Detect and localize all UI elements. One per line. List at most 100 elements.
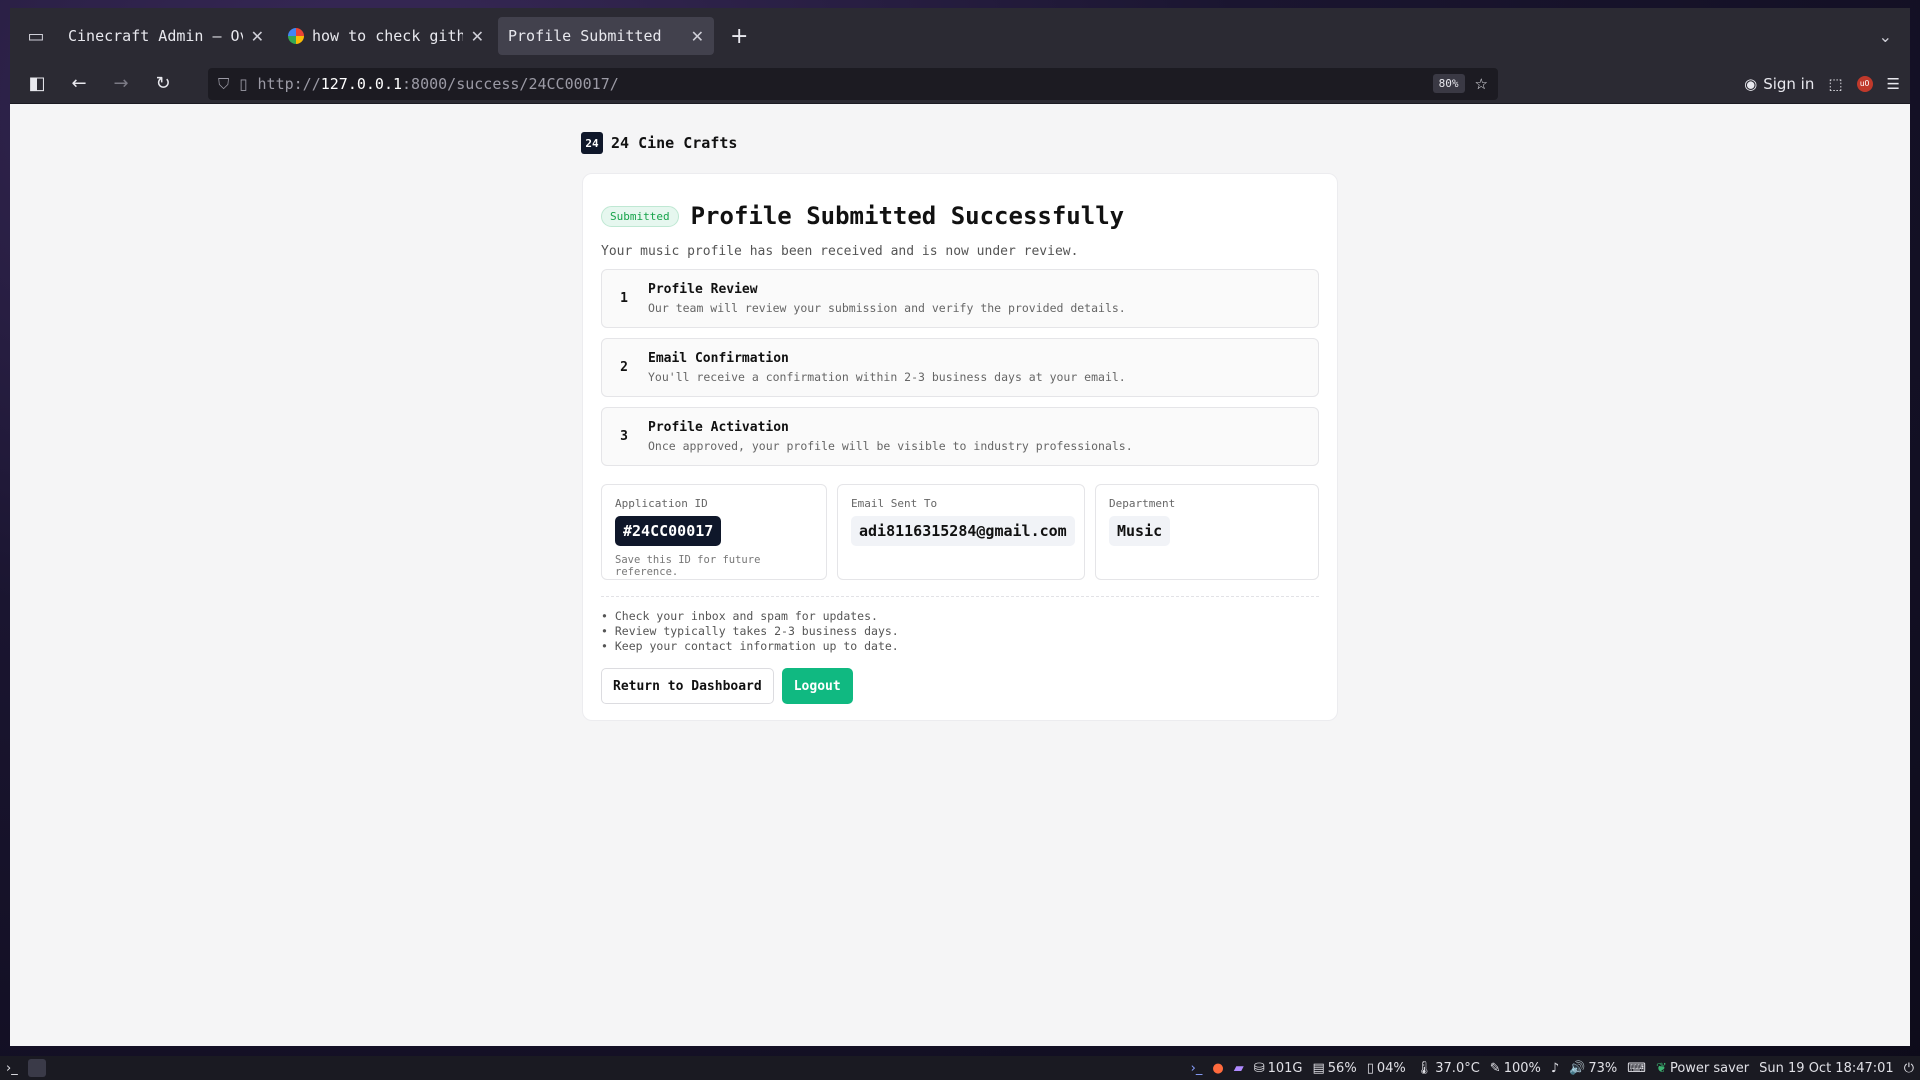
memory-icon: ▤ — [1312, 1060, 1325, 1076]
zoom-level[interactable]: 80% — [1432, 74, 1465, 93]
page-subtitle: Your music profile has been received and… — [601, 244, 1079, 259]
email-sent-label: Email Sent To — [851, 497, 938, 510]
cpu-value: 04% — [1376, 1060, 1406, 1076]
system-taskbar: ›_ ›_ ● ▰ ⛁ 101G ▤ 56% ▯ 04% 🌡 37.0°C ✎ 100% … — [0, 1056, 1920, 1080]
power-icon[interactable]: ⏻ — [1904, 1061, 1914, 1076]
step-profile-review: 1 Profile Review Our team will review yo… — [601, 269, 1319, 328]
volume-value: 73% — [1588, 1060, 1618, 1076]
tab-cinecraft-admin[interactable]: Cinecraft Admin — Overvi ✕ — [58, 17, 274, 55]
close-icon[interactable]: ✕ — [251, 27, 264, 46]
application-id-label: Application ID — [615, 497, 708, 510]
chevron-down-icon[interactable]: ⌄ — [1879, 27, 1902, 46]
url-prefix: http:// — [257, 74, 321, 93]
page-title: Profile Submitted Successfully — [690, 202, 1125, 230]
disk-usage: ⛁ 101G — [1254, 1061, 1303, 1076]
power-profile-label: Power saver — [1669, 1060, 1750, 1076]
tab-google-search[interactable]: how to check github a ✕ — [278, 17, 494, 55]
return-to-dashboard-button[interactable]: Return to Dashboard — [601, 668, 774, 704]
brightness[interactable]: ✎ 100% — [1490, 1061, 1541, 1076]
tips-list: Check your inbox and spam for updates. R… — [601, 609, 1319, 654]
brand-logo: 24 — [581, 132, 603, 154]
list-item: Keep your contact information up to date… — [601, 639, 1319, 654]
clock[interactable]: Sun 19 Oct 18:47:01 — [1759, 1061, 1894, 1076]
terminal-icon[interactable]: ›_ — [1191, 1061, 1203, 1076]
application-id-box: Application ID #24CC00017 Save this ID f… — [601, 484, 827, 580]
close-icon[interactable]: ✕ — [471, 27, 484, 46]
url-host: 127.0.0.1 — [320, 74, 403, 93]
brand-name: 24 Cine Crafts — [611, 134, 738, 152]
step-title: Profile Activation — [648, 420, 789, 435]
account-icon: ◉ — [1744, 74, 1758, 93]
application-id-note: Save this ID for future reference. — [615, 554, 761, 578]
step-email-confirmation: 2 Email Confirmation You'll receive a co… — [601, 338, 1319, 397]
ublock-icon[interactable]: uO — [1856, 75, 1873, 92]
step-title: Email Confirmation — [648, 351, 789, 366]
google-icon — [288, 28, 304, 44]
folder-icon[interactable]: ▰ — [1234, 1061, 1244, 1076]
success-card: Submitted Profile Submitted Successfully… — [582, 173, 1338, 721]
tab-strip: ▭ Cinecraft Admin — Overvi ✕ how to chec… — [10, 8, 1910, 64]
firefox-icon[interactable]: ● — [1212, 1061, 1223, 1076]
new-tab-button[interactable]: + — [718, 24, 760, 49]
nav-bar: ◧ ← → ↻ ⛉ ▯ http://127.0.0.1:8000/succes… — [10, 64, 1910, 104]
sidebar-icon[interactable]: ◧ — [20, 68, 54, 100]
url-path: :8000/success/24CC00017/ — [402, 74, 619, 93]
power-profile[interactable]: ❦ Power saver — [1656, 1061, 1749, 1076]
cpu-icon: ▯ — [1366, 1060, 1374, 1076]
list-item: Review typically takes 2-3 business days… — [601, 624, 1319, 639]
temperature: 🌡 37.0°C — [1416, 1061, 1480, 1076]
close-icon[interactable]: ✕ — [691, 27, 704, 46]
step-description: You'll receive a confirmation within 2-3… — [648, 370, 1126, 384]
app-launcher-icon[interactable] — [27, 1059, 46, 1077]
brightness-icon: ✎ — [1489, 1060, 1501, 1076]
step-number: 2 — [620, 360, 628, 375]
memory-value: 56% — [1327, 1060, 1357, 1076]
url-text[interactable]: http://127.0.0.1:8000/success/24CC00017/ — [258, 75, 619, 93]
list-item: Check your inbox and spam for updates. — [601, 609, 1319, 624]
back-icon[interactable]: ← — [62, 68, 96, 100]
status-badge: Submitted — [601, 205, 679, 227]
tab-label: how to check github a — [312, 27, 463, 45]
leaf-icon: ❦ — [1656, 1060, 1667, 1076]
temperature-value: 37.0°C — [1435, 1060, 1480, 1076]
step-description: Once approved, your profile will be visi… — [648, 439, 1133, 453]
page-content: 24 24 Cine Crafts Submitted Profile Subm… — [10, 104, 1910, 1046]
volume-icon: 🔊 — [1569, 1060, 1586, 1076]
extensions-icon[interactable]: ⬚ — [1828, 75, 1842, 93]
bookmark-star-icon[interactable]: ☆ — [1475, 75, 1488, 93]
step-description: Our team will review your submission and… — [648, 301, 1126, 315]
memory-usage: ▤ 56% — [1312, 1061, 1356, 1076]
step-number: 1 — [620, 291, 628, 306]
sign-in-label: Sign in — [1763, 74, 1815, 93]
shield-icon[interactable]: ⛉ — [218, 75, 229, 93]
forward-icon[interactable]: → — [104, 68, 138, 100]
menu-icon[interactable]: ☰ — [1887, 75, 1900, 93]
disk-icon: ⛁ — [1253, 1060, 1265, 1076]
email-sent-value: adi8116315284@gmail.com — [851, 516, 1075, 546]
disk-value: 101G — [1267, 1060, 1303, 1076]
step-number: 3 — [620, 429, 628, 444]
cpu-usage: ▯ 04% — [1367, 1061, 1406, 1076]
brightness-value: 100% — [1503, 1060, 1541, 1076]
page-icon: ▯ — [239, 74, 248, 93]
application-id-value: #24CC00017 — [615, 516, 722, 546]
divider — [601, 596, 1319, 597]
tab-label: Cinecraft Admin — Overvi — [68, 27, 243, 45]
tab-profile-submitted[interactable]: Profile Submitted ✕ — [498, 17, 714, 55]
music-icon[interactable]: ♪ — [1551, 1061, 1559, 1076]
sign-in-button[interactable]: ◉ Sign in — [1744, 75, 1814, 93]
brand: 24 24 Cine Crafts — [581, 132, 737, 154]
url-bar[interactable]: ⛉ ▯ http://127.0.0.1:8000/success/24CC00… — [208, 67, 1498, 100]
reload-icon[interactable]: ↻ — [146, 68, 180, 100]
keyboard-icon[interactable]: ⌨ — [1627, 1061, 1646, 1076]
step-profile-activation: 3 Profile Activation Once approved, your… — [601, 407, 1319, 466]
volume[interactable]: 🔊 73% — [1569, 1061, 1617, 1076]
terminal-icon[interactable]: ›_ — [6, 1061, 18, 1076]
department-value: Music — [1109, 516, 1171, 546]
tab-label: Profile Submitted — [508, 27, 662, 45]
department-box: Department Music — [1095, 484, 1319, 580]
logout-button[interactable]: Logout — [781, 668, 853, 704]
browser-window: ▭ Cinecraft Admin — Overvi ✕ how to chec… — [10, 8, 1910, 1046]
department-label: Department — [1109, 497, 1176, 510]
firefox-view-icon[interactable]: ▭ — [18, 18, 54, 54]
